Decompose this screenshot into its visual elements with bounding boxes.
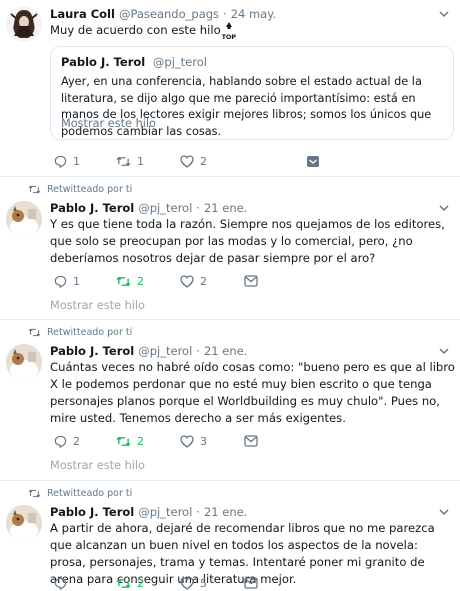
separator-dot: · bbox=[196, 505, 200, 519]
reply-icon bbox=[54, 155, 67, 168]
tweet-date[interactable]: 21 ene. bbox=[204, 505, 247, 519]
message-icon bbox=[244, 435, 258, 447]
like-count: 3 bbox=[200, 434, 207, 448]
tweet-header: Pablo J. Terol @pj_terol · 21 ene. bbox=[50, 504, 247, 520]
reply-count: 2 bbox=[73, 434, 80, 448]
tweet-date[interactable]: 21 ene. bbox=[204, 201, 247, 215]
quoted-header: Pablo J. Terol @pj_terol bbox=[61, 55, 207, 69]
tweet-text-content: Muy de acuerdo con este hilo bbox=[50, 23, 221, 37]
show-thread-link[interactable]: Mostrar este hilo bbox=[50, 459, 145, 472]
like-icon bbox=[180, 576, 194, 590]
like-button[interactable]: 2 bbox=[180, 273, 207, 289]
dm-button[interactable] bbox=[244, 575, 258, 591]
author-handle[interactable]: @pj_terol bbox=[138, 505, 192, 519]
tweet-header: Pablo J. Terol @pj_terol · 21 ene. bbox=[50, 343, 247, 359]
avatar[interactable] bbox=[6, 201, 42, 237]
retweet-button[interactable]: 1 bbox=[116, 153, 144, 169]
retweet-button[interactable]: 2 bbox=[116, 433, 144, 449]
reply-count: 1 bbox=[73, 274, 80, 288]
tweet-header: Pablo J. Terol @pj_terol · 21 ene. bbox=[50, 200, 247, 216]
dm-button[interactable] bbox=[306, 153, 320, 169]
retweet-icon bbox=[116, 578, 131, 588]
separator-dot: · bbox=[196, 344, 200, 358]
reply-icon bbox=[54, 577, 67, 590]
dm-button[interactable] bbox=[244, 433, 258, 449]
retweeted-by-text: Retwitteado por ti bbox=[47, 183, 133, 195]
reply-icon bbox=[54, 275, 67, 288]
tweet-date[interactable]: 21 ene. bbox=[204, 344, 247, 358]
separator-dot: · bbox=[223, 7, 227, 21]
message-icon bbox=[244, 577, 258, 589]
tweet-text: Y es que tiene toda la razón. Siempre no… bbox=[50, 217, 445, 265]
like-icon bbox=[180, 274, 194, 288]
avatar[interactable] bbox=[6, 6, 42, 42]
retweeted-by-text: Retwitteado por ti bbox=[47, 326, 133, 338]
retweet-icon bbox=[116, 156, 131, 166]
like-button[interactable]: 2 bbox=[180, 153, 207, 169]
reply-icon bbox=[54, 435, 67, 448]
quoted-thread-link[interactable]: Mostrar este hilo bbox=[61, 117, 156, 130]
quoted-author-handle: @pj_terol bbox=[152, 55, 207, 69]
retweet-count: 1 bbox=[137, 154, 144, 168]
chevron-down-icon[interactable] bbox=[438, 345, 450, 357]
avatar[interactable] bbox=[6, 344, 42, 380]
quoted-author-name: Pablo J. Terol bbox=[61, 55, 146, 69]
chevron-down-icon[interactable] bbox=[438, 8, 450, 20]
tweet-pablo-2[interactable]: Retwitteado por ti Pablo J. Terol @pj_te… bbox=[0, 320, 460, 478]
tweet-pablo-3[interactable]: Retwitteado por ti Pablo J. Terol @pj_te… bbox=[0, 481, 460, 590]
like-count: 5 bbox=[200, 576, 207, 590]
author-name[interactable]: Pablo J. Terol bbox=[50, 505, 134, 519]
chevron-down-icon[interactable] bbox=[438, 506, 450, 518]
like-count: 2 bbox=[200, 274, 207, 288]
retweet-button[interactable]: 2 bbox=[116, 273, 144, 289]
retweet-icon bbox=[116, 276, 131, 286]
retweet-icon bbox=[116, 436, 131, 446]
quoted-tweet[interactable]: Pablo J. Terol @pj_terol Ayer, en una co… bbox=[50, 46, 454, 140]
reply-button[interactable] bbox=[54, 575, 73, 591]
separator-dot: · bbox=[196, 201, 200, 215]
chevron-down-icon[interactable] bbox=[438, 202, 450, 214]
author-handle[interactable]: @pj_terol bbox=[138, 201, 192, 215]
retweeted-label: Retwitteado por ti bbox=[28, 182, 132, 196]
author-name[interactable]: Pablo J. Terol bbox=[50, 344, 134, 358]
retweeted-by-text: Retwitteado por ti bbox=[47, 487, 133, 499]
show-thread-link[interactable]: Mostrar este hilo bbox=[50, 299, 145, 312]
tweet-header: Laura Coll @Paseando_pags · 24 may. bbox=[50, 6, 276, 22]
quoted-text: Ayer, en una conferencia, hablando sobre… bbox=[61, 75, 432, 138]
retweet-count: 2 bbox=[137, 576, 144, 590]
author-name[interactable]: Laura Coll bbox=[50, 7, 115, 21]
retweet-count: 2 bbox=[137, 434, 144, 448]
reply-button[interactable]: 1 bbox=[54, 153, 80, 169]
avatar[interactable] bbox=[6, 505, 42, 541]
retweeted-label: Retwitteado por ti bbox=[28, 325, 132, 339]
tweet-laura[interactable]: Laura Coll @Paseando_pags · 24 may. Muy … bbox=[0, 0, 460, 174]
dm-button[interactable] bbox=[244, 273, 258, 289]
retweet-count: 2 bbox=[137, 274, 144, 288]
retweet-button[interactable]: 2 bbox=[116, 575, 144, 591]
like-button[interactable]: 5 bbox=[180, 575, 207, 591]
top-badge: TOP bbox=[222, 22, 236, 41]
retweet-icon bbox=[28, 185, 41, 193]
reply-button[interactable]: 2 bbox=[54, 433, 80, 449]
author-name[interactable]: Pablo J. Terol bbox=[50, 201, 134, 215]
tweet-date[interactable]: 24 may. bbox=[231, 7, 276, 21]
author-handle[interactable]: @pj_terol bbox=[138, 344, 192, 358]
reply-count: 1 bbox=[73, 154, 80, 168]
like-icon bbox=[180, 154, 194, 168]
tweet-text: Muy de acuerdo con este hilo TOP bbox=[50, 22, 455, 41]
message-icon bbox=[307, 155, 319, 167]
retweeted-label: Retwitteado por ti bbox=[28, 486, 132, 500]
tweet-text: Cuántas veces no habré oído cosas como: … bbox=[50, 360, 455, 425]
like-button[interactable]: 3 bbox=[180, 433, 207, 449]
like-count: 2 bbox=[200, 154, 207, 168]
like-icon bbox=[180, 434, 194, 448]
message-icon bbox=[244, 275, 258, 287]
author-handle[interactable]: @Paseando_pags bbox=[119, 7, 219, 21]
reply-button[interactable]: 1 bbox=[54, 273, 80, 289]
retweet-icon bbox=[28, 489, 41, 497]
retweet-icon bbox=[28, 328, 41, 336]
tweet-pablo-1[interactable]: Retwitteado por ti Pablo J. Terol @pj_te… bbox=[0, 177, 460, 317]
top-badge-label: TOP bbox=[221, 33, 236, 41]
